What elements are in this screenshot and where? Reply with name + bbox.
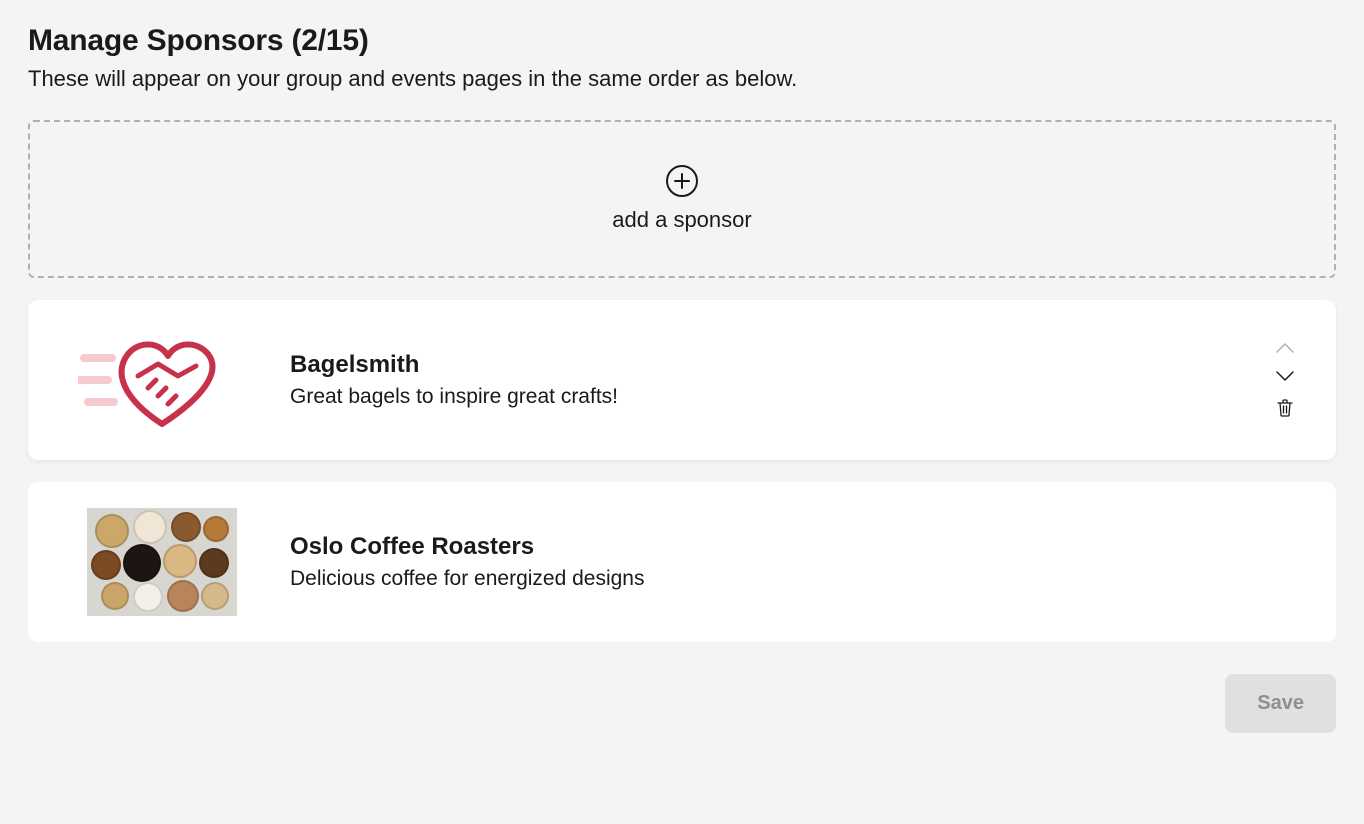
sponsor-logo [78,328,246,432]
move-down-button[interactable] [1274,369,1296,383]
add-sponsor-label: add a sponsor [612,207,751,233]
page-title: Manage Sponsors (2/15) [28,24,1336,58]
sponsor-info: Bagelsmith Great bagels to inspire great… [290,351,1254,409]
trash-icon [1277,399,1293,417]
delete-button[interactable] [1275,397,1295,419]
sponsor-description: Delicious coffee for energized designs [290,567,1296,591]
sponsor-info: Oslo Coffee Roasters Delicious coffee fo… [290,533,1296,591]
sponsor-logo [78,510,246,614]
plus-circle-icon [666,165,698,197]
coffee-cups-image [87,508,237,616]
move-up-button[interactable] [1274,341,1296,355]
chevron-down-icon [1276,371,1294,381]
handshake-heart-icon [78,328,246,432]
card-actions [1274,341,1296,419]
add-sponsor-box[interactable]: add a sponsor [28,120,1336,278]
sponsor-name: Oslo Coffee Roasters [290,533,1296,561]
save-button[interactable]: Save [1225,674,1336,733]
save-row: Save [28,674,1336,733]
sponsor-name: Bagelsmith [290,351,1254,379]
sponsor-card[interactable]: Oslo Coffee Roasters Delicious coffee fo… [28,482,1336,642]
sponsor-card[interactable]: Bagelsmith Great bagels to inspire great… [28,300,1336,460]
chevron-up-icon [1276,343,1294,353]
sponsor-description: Great bagels to inspire great crafts! [290,385,1254,409]
page-subtitle: These will appear on your group and even… [28,66,1336,92]
